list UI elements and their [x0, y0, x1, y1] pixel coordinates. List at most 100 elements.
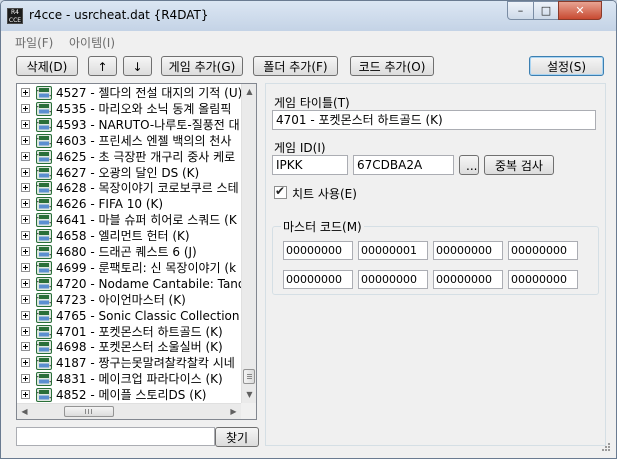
nintendo-ds-icon: [36, 229, 52, 244]
game-list-item-label: 4593 - NARUTO-나루토-질풍전 대: [56, 117, 240, 132]
game-list-item[interactable]: 4698 - 포켓몬스터 소울실버 (K): [17, 339, 241, 355]
menu-bar: 파일(F) 아이템(I): [7, 31, 610, 52]
expand-plus-icon[interactable]: [21, 294, 30, 304]
game-list-item[interactable]: 4527 - 젤다의 전설 대지의 기적 (U): [17, 85, 241, 101]
master-code-field[interactable]: 00000000: [508, 270, 578, 289]
menu-item[interactable]: 아이템(I): [69, 34, 115, 51]
scroll-right-icon[interactable]: ▶: [226, 404, 241, 419]
resize-grip-icon[interactable]: [599, 442, 611, 454]
game-list-item-label: 4852 - 메이플 스토리DS (K): [56, 388, 207, 403]
close-button[interactable]: ✕: [558, 1, 602, 20]
game-list-item[interactable]: 4625 - 초 극장판 개구리 중사 케로: [17, 149, 241, 165]
game-list-item[interactable]: 4603 - 프린세스 엔젤 백의의 천사: [17, 133, 241, 149]
expand-plus-icon[interactable]: [21, 183, 30, 193]
game-list-item[interactable]: 4593 - NARUTO-나루토-질풍전 대: [17, 117, 241, 133]
game-list-item-label: 4527 - 젤다의 전설 대지의 기적 (U): [56, 86, 241, 100]
expand-plus-icon[interactable]: [21, 310, 30, 320]
vertical-scroll-thumb[interactable]: [243, 369, 255, 384]
nintendo-ds-icon: [36, 245, 52, 259]
title-bar[interactable]: R4 CCE r4cce - usrcheat.dat {R4DAT} – □ ✕: [1, 1, 616, 31]
nintendo-ds-icon: [36, 324, 52, 339]
game-list-item[interactable]: 4658 - 엘리먼트 헌터 (K): [17, 228, 241, 244]
expand-plus-icon[interactable]: [21, 231, 30, 241]
game-list-item[interactable]: 4723 - 아이언마스터 (K): [17, 292, 241, 308]
nintendo-ds-icon: [36, 197, 52, 212]
master-code-field[interactable]: 00000000: [283, 241, 353, 260]
expand-plus-icon[interactable]: [21, 247, 30, 256]
game-list-item-label: 4187 - 짱구는못말려찰칵찰칵 시네: [56, 356, 235, 371]
maximize-button[interactable]: □: [533, 1, 559, 20]
enable-cheat-checkbox[interactable]: ✔: [274, 184, 287, 199]
game-list-item[interactable]: 4641 - 마블 슈퍼 히어로 스쿼드 (K: [17, 212, 241, 228]
game-title-field[interactable]: 4701 - 포켓몬스터 하트골드 (K): [272, 110, 596, 130]
master-code-field[interactable]: 00000000: [508, 241, 578, 260]
add-folder-button[interactable]: 폴더 추가(F): [253, 56, 338, 76]
expand-plus-icon[interactable]: [21, 278, 30, 288]
master-code-field[interactable]: 00000001: [358, 241, 428, 260]
nintendo-ds-icon: [36, 213, 52, 228]
expand-plus-icon[interactable]: [21, 326, 30, 336]
game-list-item[interactable]: 4765 - Sonic Classic Collection (: [17, 308, 241, 324]
master-code-field[interactable]: 00000000: [433, 241, 503, 260]
add-game-button[interactable]: 게임 추가(G): [161, 56, 243, 76]
nintendo-ds-icon: [36, 165, 52, 180]
game-tree[interactable]: 4527 - 젤다의 전설 대지의 기적 (U) 4535 - 마리오와 소닉 동…: [16, 83, 257, 420]
horizontal-scroll-thumb[interactable]: [64, 406, 114, 417]
duplicate-check-button[interactable]: 중복 검사: [484, 155, 554, 175]
game-list-item-label: 4680 - 드래곤 퀘스트 6 (J): [56, 245, 197, 259]
expand-plus-icon[interactable]: [21, 88, 30, 97]
settings-button[interactable]: 설정(S): [529, 56, 604, 76]
horizontal-scrollbar[interactable]: ◀ ▶: [17, 403, 241, 419]
scroll-left-icon[interactable]: ◀: [17, 404, 32, 419]
vertical-scrollbar[interactable]: ▲ ▼: [241, 84, 256, 403]
nintendo-ds-icon: [36, 356, 52, 371]
expand-plus-icon[interactable]: [21, 103, 30, 113]
nintendo-ds-icon: [36, 86, 52, 100]
move-up-button[interactable]: ↑: [88, 56, 117, 76]
scroll-corner: [241, 403, 256, 419]
nintendo-ds-icon: [36, 149, 52, 164]
expand-plus-icon[interactable]: [21, 358, 30, 368]
game-list-item[interactable]: 4626 - FIFA 10 (K): [17, 196, 241, 212]
master-code-field[interactable]: 00000000: [283, 270, 353, 289]
enable-cheat-label: 치트 사용(E): [292, 187, 357, 201]
scroll-up-icon[interactable]: ▲: [242, 84, 256, 99]
move-down-button[interactable]: ↓: [123, 56, 152, 76]
game-list-item[interactable]: 4699 - 룬팩토리: 신 목장이야기 (k: [17, 260, 241, 276]
game-list-item[interactable]: 4852 - 메이플 스토리DS (K): [17, 387, 241, 403]
expand-plus-icon[interactable]: [21, 262, 30, 272]
expand-plus-icon[interactable]: [21, 199, 30, 209]
game-crc-field[interactable]: 67CDBA2A: [353, 155, 454, 175]
browse-button[interactable]: ...: [459, 155, 479, 175]
game-list-item-label: 4701 - 포켓몬스터 하트골드 (K): [56, 324, 223, 339]
game-id-field[interactable]: IPKK: [272, 155, 348, 175]
game-list-item[interactable]: 4535 - 마리오와 소닉 동계 올림픽: [17, 101, 241, 117]
expand-plus-icon[interactable]: [21, 215, 30, 225]
expand-plus-icon[interactable]: [21, 342, 30, 352]
game-list-item[interactable]: 4628 - 목장이야기 코로보쿠르 스테: [17, 180, 241, 196]
game-list-item-label: 4641 - 마블 슈퍼 히어로 스쿼드 (K: [56, 213, 237, 228]
game-list-item-label: 4603 - 프린세스 엔젤 백의의 천사: [56, 133, 232, 148]
search-input[interactable]: [16, 427, 215, 446]
scroll-down-icon[interactable]: ▼: [242, 387, 256, 402]
minimize-button[interactable]: –: [507, 1, 534, 20]
search-button[interactable]: 찾기: [215, 427, 259, 447]
game-list-item[interactable]: 4627 - 오광의 달인 DS (K): [17, 165, 241, 181]
expand-plus-icon[interactable]: [21, 135, 30, 145]
expand-plus-icon[interactable]: [21, 167, 30, 177]
delete-button[interactable]: 삭제(D): [16, 56, 78, 76]
menu-file[interactable]: 파일(F): [15, 34, 53, 51]
expand-plus-icon[interactable]: [21, 119, 30, 129]
expand-plus-icon[interactable]: [21, 390, 30, 400]
game-list-item[interactable]: 4720 - Nodame Cantabile: Tanos: [17, 276, 241, 292]
game-tree-items: 4527 - 젤다의 전설 대지의 기적 (U) 4535 - 마리오와 소닉 동…: [17, 84, 241, 403]
expand-plus-icon[interactable]: [21, 151, 30, 161]
master-code-field[interactable]: 00000000: [358, 270, 428, 289]
add-code-button[interactable]: 코드 추가(O): [350, 56, 434, 76]
game-list-item[interactable]: 4831 - 메이크업 파라다이스 (K): [17, 371, 241, 387]
expand-plus-icon[interactable]: [21, 374, 30, 384]
master-code-field[interactable]: 00000000: [433, 270, 503, 289]
game-list-item[interactable]: 4701 - 포켓몬스터 하트골드 (K): [17, 324, 241, 340]
game-list-item[interactable]: 4187 - 짱구는못말려찰칵찰칵 시네: [17, 355, 241, 371]
game-list-item[interactable]: 4680 - 드래곤 퀘스트 6 (J): [17, 244, 241, 260]
